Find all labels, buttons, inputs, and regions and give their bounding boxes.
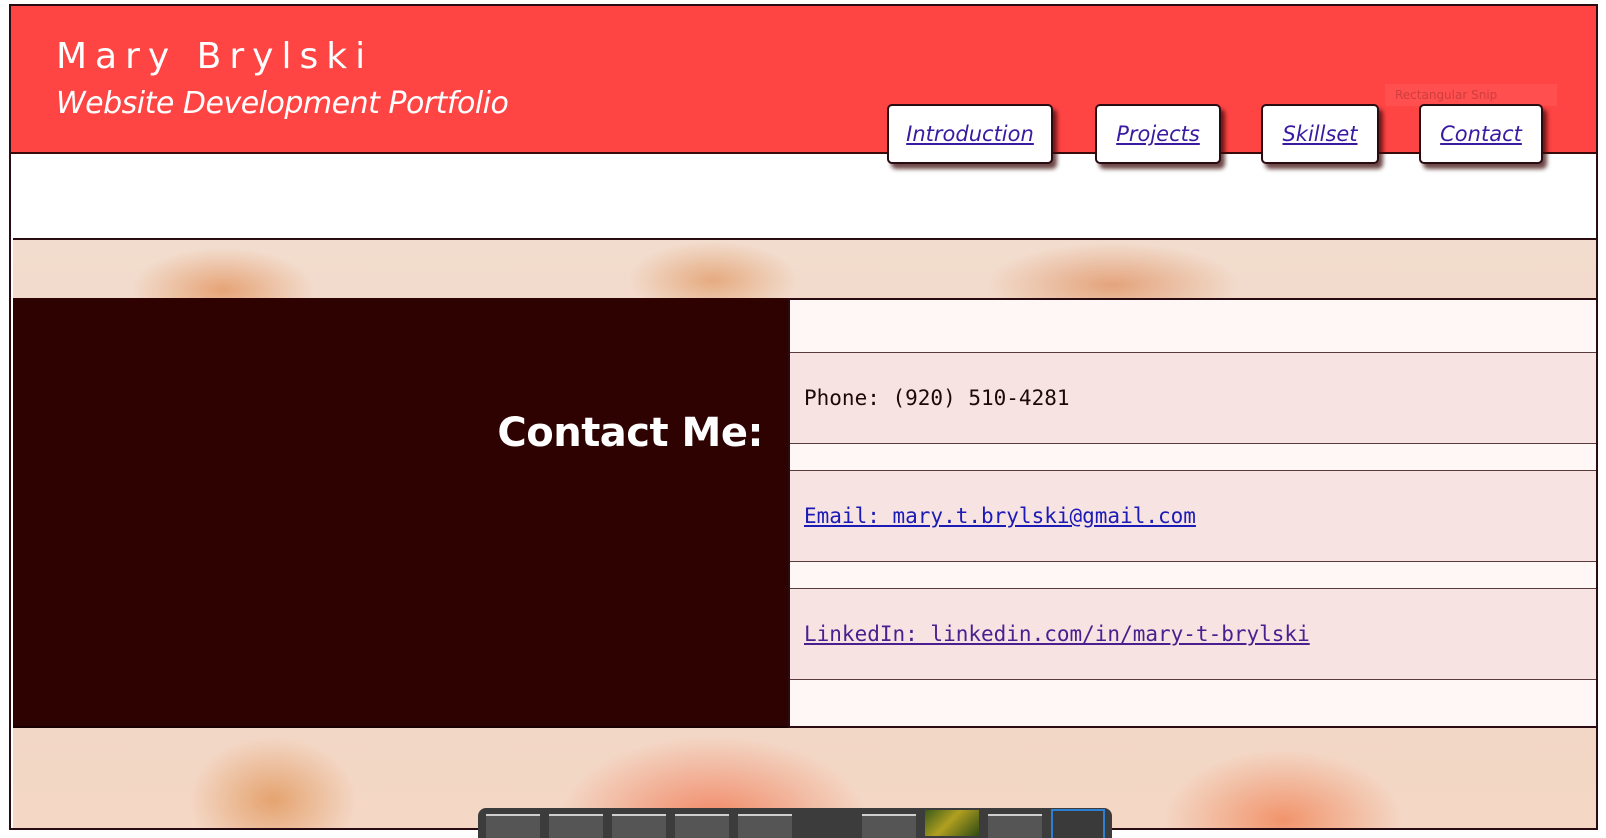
contact-heading: Contact Me: [497,410,763,456]
page-frame: Mary Brylski Website Development Portfol… [9,4,1598,830]
taskbar-photo-thumbnail-icon[interactable] [925,810,979,836]
contact-linkedin-row: LinkedIn: linkedin.com/in/mary-t-brylski [790,588,1596,680]
rectangular-snip-overlay: Rectangular Snip [1385,84,1557,106]
taskbar-app-icon[interactable] [862,814,916,838]
site-name: Mary Brylski [56,36,374,77]
contact-email-row: Email: mary.t.brylski@gmail.com [790,470,1596,562]
contact-email-link[interactable]: Email: mary.t.brylski@gmail.com [804,504,1196,528]
taskbar [478,808,1112,838]
taskbar-app-icon[interactable] [675,814,729,838]
taskbar-app-icon[interactable] [738,814,792,838]
contact-phone-row: Phone: (920) 510-4281 [790,352,1596,444]
taskbar-app-icon[interactable] [612,814,666,838]
contact-phone: Phone: (920) 510-4281 [804,386,1070,410]
nav-projects[interactable]: Projects [1095,104,1221,164]
contact-linkedin-link[interactable]: LinkedIn: linkedin.com/in/mary-t-brylski [804,622,1310,646]
nav-skillset[interactable]: Skillset [1261,104,1379,164]
contact-details-panel: Phone: (920) 510-4281 Email: mary.t.bryl… [788,298,1596,728]
site-subtitle: Website Development Portfolio [56,86,509,121]
contact-heading-panel: Contact Me: [13,298,788,728]
taskbar-app-icon[interactable] [486,814,540,838]
snip-label: Rectangular Snip [1395,88,1498,102]
taskbar-app-icon[interactable] [988,814,1042,838]
nav-introduction[interactable]: Introduction [887,104,1053,164]
nav-contact[interactable]: Contact [1419,104,1543,164]
taskbar-app-icon[interactable] [549,814,603,838]
taskbar-active-app-icon[interactable] [1051,809,1105,838]
